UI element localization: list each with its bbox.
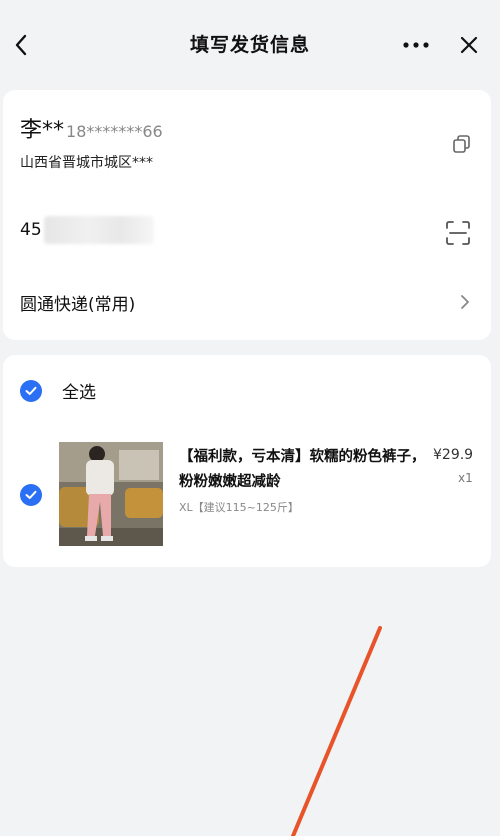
product-spec: XL【建议115~125斤】 — [179, 501, 299, 514]
item-checkbox[interactable] — [20, 484, 42, 506]
tracking-number-field[interactable]: 45 — [20, 216, 154, 244]
select-all-label: 全选 — [62, 383, 96, 403]
product-title[interactable]: 【福利款，亏本清】软糯的粉色裤子，粉粉嫩嫩超减龄 — [179, 445, 429, 495]
tracking-number-redacted — [43, 216, 154, 244]
product-photo-illustration — [59, 442, 163, 546]
more-button[interactable] — [394, 30, 438, 60]
product-quantity: x1 — [458, 471, 473, 485]
tracking-number: 45 — [20, 220, 42, 240]
courier-label: 圆通快递(常用) — [20, 295, 136, 315]
top-bar: 填写发货信息 — [0, 0, 500, 88]
product-price: ¥29.9 — [433, 447, 474, 463]
scan-icon[interactable] — [445, 220, 471, 246]
shipping-info-card: 李** 18*******66 山西省晋城市城区*** 45 圆通快递(常用) — [3, 90, 491, 340]
checkmark-icon — [25, 386, 37, 395]
more-dots-icon — [403, 42, 429, 48]
recipient-phone: 18*******66 — [66, 122, 163, 141]
goods-card: 全选 【福利款，亏本清】软糯的粉色裤子，粉粉嫩嫩超减龄 ¥29.9 x1 XL【… — [3, 355, 491, 567]
copy-icon[interactable] — [451, 133, 473, 155]
recipient-name: 李** — [20, 118, 65, 143]
checkmark-icon — [25, 490, 37, 499]
product-image[interactable] — [59, 442, 163, 546]
chevron-right-icon — [461, 295, 469, 309]
select-all-row[interactable]: 全选 — [20, 378, 96, 403]
select-all-checkbox[interactable] — [20, 379, 42, 402]
courier-selector[interactable]: 圆通快递(常用) — [3, 276, 491, 328]
close-icon — [460, 36, 478, 54]
recipient-address: 山西省晋城市城区*** — [20, 155, 153, 171]
recipient-row: 李** 18*******66 — [20, 112, 163, 144]
close-button[interactable] — [452, 28, 486, 62]
